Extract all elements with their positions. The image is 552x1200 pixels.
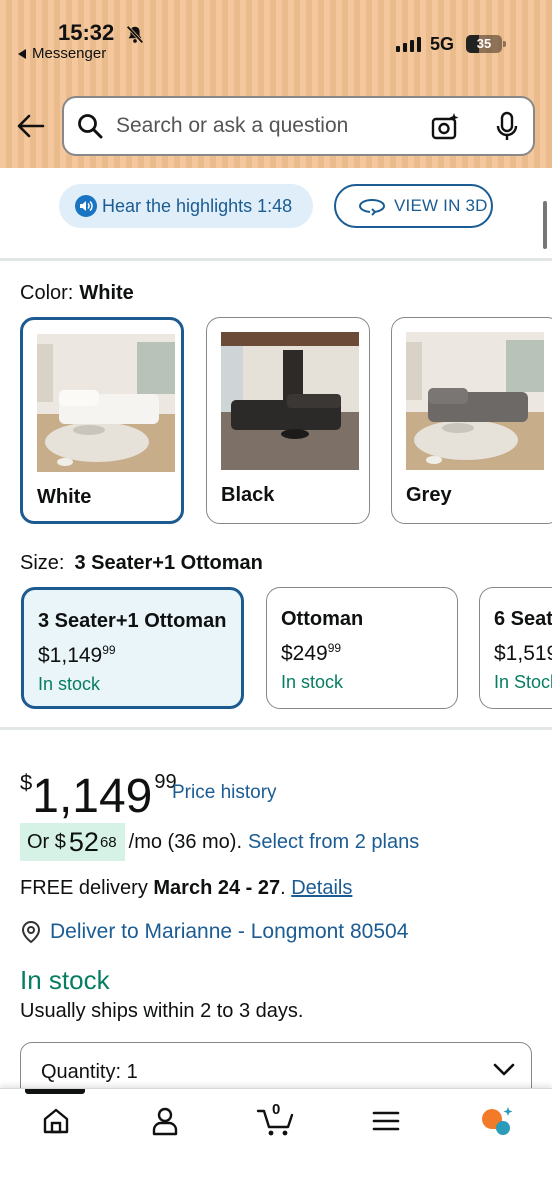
price-currency: $ bbox=[20, 770, 33, 795]
nav-active-indicator bbox=[25, 1089, 85, 1094]
search-bar[interactable] bbox=[62, 96, 535, 156]
delivery-dates: March 24 - 27 bbox=[153, 877, 281, 899]
size-option-name: 3 Seater+1 Ottoman bbox=[38, 610, 227, 632]
divider bbox=[0, 727, 552, 730]
hear-highlights-button[interactable]: Hear the highlights 1:48 bbox=[59, 184, 313, 228]
product-thumbnail-grey bbox=[406, 332, 544, 470]
quantity-label: Quantity: 1 bbox=[41, 1061, 138, 1083]
size-row-label: Size: 3 Seater+1 Ottoman bbox=[20, 552, 263, 575]
back-triangle-icon bbox=[18, 48, 26, 59]
size-option-stock: In Stock bbox=[494, 672, 552, 692]
size-option-stock: In stock bbox=[281, 672, 344, 692]
view-in-3d-button[interactable]: VIEW IN 3D bbox=[334, 184, 493, 228]
back-app-label: Messenger bbox=[32, 45, 107, 62]
selected-color-value: White bbox=[79, 282, 134, 304]
scroll-indicator bbox=[543, 201, 547, 249]
microphone-icon[interactable] bbox=[494, 111, 520, 143]
account-icon[interactable] bbox=[151, 1106, 179, 1136]
product-thumbnail-white bbox=[37, 334, 175, 472]
monthly-prefix: Or $ bbox=[27, 830, 66, 853]
cart-count: 0 bbox=[272, 1101, 281, 1118]
back-arrow-icon[interactable] bbox=[16, 112, 46, 140]
color-option-label: Grey bbox=[406, 484, 452, 506]
size-option-name: Ottoman bbox=[281, 608, 364, 630]
product-thumbnail-black bbox=[221, 332, 359, 470]
quantity-value: 1 bbox=[126, 1061, 138, 1083]
selected-size-value: 3 Seater+1 Ottoman bbox=[74, 552, 263, 574]
monthly-terms: /mo (36 mo). bbox=[128, 830, 242, 853]
size-option-stock: In stock bbox=[38, 674, 101, 694]
audio-speaker-icon bbox=[75, 195, 97, 217]
color-row-label: Color: White bbox=[20, 282, 134, 305]
shipping-estimate: Usually ships within 2 to 3 days. bbox=[20, 1000, 304, 1022]
size-label: Size: bbox=[20, 552, 65, 574]
monthly-cents: 68 bbox=[99, 833, 117, 851]
status-time: 15:32 bbox=[58, 20, 115, 45]
cell-signal-icon bbox=[396, 37, 421, 52]
view-in-3d-label: VIEW IN 3D bbox=[394, 196, 488, 215]
size-option-price: $24999 bbox=[281, 641, 342, 665]
delivery-prefix: FREE delivery bbox=[20, 877, 148, 899]
chevron-down-icon bbox=[493, 1063, 515, 1076]
search-input[interactable] bbox=[116, 114, 406, 138]
size-option-price: $1,14999 bbox=[38, 643, 116, 667]
color-option-black[interactable]: Black bbox=[206, 317, 370, 524]
divider bbox=[0, 258, 552, 261]
color-label: Color: bbox=[20, 282, 74, 304]
back-to-app-link[interactable]: Messenger bbox=[18, 45, 106, 62]
stock-status: In stock bbox=[20, 965, 110, 995]
product-price: $1,149 99 bbox=[20, 756, 177, 823]
monthly-payment-row: Or $52 68 /mo (36 mo). Select from 2 plan… bbox=[20, 822, 419, 862]
price-history-link[interactable]: Price history bbox=[172, 782, 277, 804]
search-icon bbox=[78, 114, 103, 139]
hear-highlights-label: Hear the highlights 1:48 bbox=[102, 195, 293, 216]
size-option-price: $1,519 bbox=[494, 642, 552, 665]
color-option-label: Black bbox=[221, 484, 275, 506]
home-icon[interactable] bbox=[41, 1106, 71, 1136]
monthly-payment-highlight: Or $52 68 bbox=[20, 823, 125, 861]
delivery-info: FREE delivery March 24 - 27. Details bbox=[20, 877, 353, 899]
menu-icon[interactable] bbox=[372, 1110, 400, 1132]
location-pin-icon bbox=[21, 920, 41, 944]
price-dollars: 1,149 bbox=[32, 770, 153, 823]
network-type: 5G bbox=[430, 34, 455, 54]
select-plans-link[interactable]: Select from 2 plans bbox=[248, 831, 419, 854]
monthly-amount: 52 bbox=[68, 826, 99, 857]
delivery-details-link[interactable]: Details bbox=[291, 877, 352, 899]
size-option-3-seater-ottoman[interactable]: 3 Seater+1 Ottoman $1,14999 In stock bbox=[21, 587, 244, 709]
size-option-ottoman[interactable]: Ottoman $24999 In stock bbox=[266, 587, 458, 709]
header: 15:32 Messenger 5G 35 bbox=[0, 0, 552, 168]
camera-search-icon[interactable] bbox=[430, 112, 460, 142]
color-option-white[interactable]: White bbox=[20, 317, 184, 524]
bottom-navigation: 0 bbox=[0, 1088, 552, 1200]
battery-icon: 35 bbox=[466, 35, 506, 53]
color-option-label: White bbox=[37, 486, 92, 508]
size-option-name: 6 Seater bbox=[494, 608, 552, 630]
deliver-to-label: Deliver to Marianne - Longmont 80504 bbox=[50, 920, 409, 943]
size-option-6-seater[interactable]: 6 Seater $1,519 In Stock bbox=[479, 587, 552, 709]
battery-level: 35 bbox=[476, 36, 492, 51]
bell-muted-icon bbox=[126, 25, 144, 44]
rotate-3d-icon bbox=[359, 199, 385, 216]
color-option-grey[interactable]: Grey bbox=[391, 317, 552, 524]
assistant-icon[interactable] bbox=[478, 1105, 514, 1137]
deliver-to-link[interactable]: Deliver to Marianne - Longmont 80504 bbox=[20, 920, 408, 944]
